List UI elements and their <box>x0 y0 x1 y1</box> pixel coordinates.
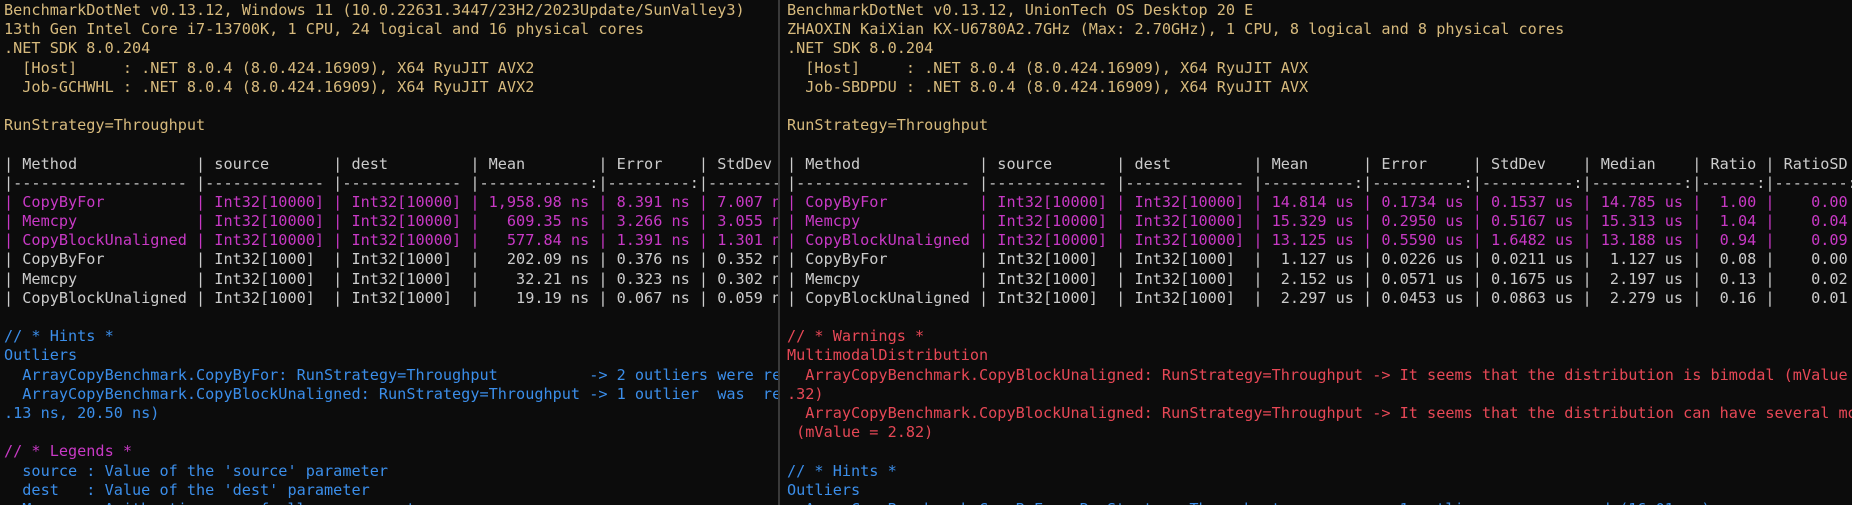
terminal-line: 13th Gen Intel Core i7-13700K, 1 CPU, 24… <box>4 20 645 39</box>
terminal-line: | CopyByFor | Int32[10000] | Int32[10000… <box>4 192 778 211</box>
terminal-line: .32) <box>787 384 824 403</box>
terminal-line: | Memcpy | Int32[1000] | Int32[1000] | 2… <box>787 269 1852 288</box>
terminal-line: // * Hints * <box>787 461 897 480</box>
terminal-line: Job-GCHWHL : .NET 8.0.4 (8.0.424.16909),… <box>4 77 535 96</box>
terminal-line: dest : Value of the 'dest' parameter <box>4 480 370 499</box>
terminal-line: (mValue = 2.82) <box>787 423 934 442</box>
terminal-line: ArrayCopyBenchmark.CopyBlockUnaligned: R… <box>787 403 1852 422</box>
terminal-line: source : Value of the 'source' parameter <box>4 461 389 480</box>
terminal-line: | Memcpy | Int32[10000] | Int32[10000] |… <box>4 212 778 231</box>
terminal-line: | CopyBlockUnaligned | Int32[1000] | Int… <box>787 288 1852 307</box>
terminal-line: [Host] : .NET 8.0.4 (8.0.424.16909), X64… <box>787 58 1309 77</box>
terminal-line: | Method | source | dest | Mean | Error … <box>4 154 773 173</box>
terminal-line: Outliers <box>4 346 78 365</box>
terminal-line: | CopyByFor | Int32[1000] | Int32[1000] … <box>4 250 778 269</box>
terminal-line: // * Legends * <box>4 442 133 461</box>
terminal-line: BenchmarkDotNet v0.13.12, Windows 11 (10… <box>4 1 745 19</box>
terminal-line: RunStrategy=Throughput <box>787 116 989 135</box>
terminal-line: | CopyByFor | Int32[10000] | Int32[10000… <box>787 192 1852 211</box>
terminal-line: Job-SBDPDU : .NET 8.0.4 (8.0.424.16909),… <box>787 77 1309 96</box>
terminal-line: |------------------- |------------- |---… <box>787 173 1852 192</box>
terminal-line: | CopyByFor | Int32[1000] | Int32[1000] … <box>787 250 1852 269</box>
terminal-line: RunStrategy=Throughput <box>4 116 206 135</box>
terminal-pane-right[interactable]: BenchmarkDotNet v0.13.12, UnionTech OS D… <box>780 0 1852 505</box>
terminal-line: Outliers <box>787 480 861 499</box>
terminal-line: .NET SDK 8.0.204 <box>4 39 151 58</box>
terminal-line: BenchmarkDotNet v0.13.12, UnionTech OS D… <box>787 1 1254 19</box>
terminal-line: ArrayCopyBenchmark.CopyByFor: RunStrateg… <box>787 500 1852 505</box>
terminal-line: .NET SDK 8.0.204 <box>787 39 934 58</box>
terminal-line: | Memcpy | Int32[1000] | Int32[1000] | 3… <box>4 269 778 288</box>
terminal-line: | Memcpy | Int32[10000] | Int32[10000] |… <box>787 212 1852 231</box>
terminal-line: ArrayCopyBenchmark.CopyBlockUnaligned: R… <box>787 365 1852 384</box>
terminal-line: // * Warnings * <box>787 327 925 346</box>
terminal-line: // * Hints * <box>4 327 114 346</box>
terminal-output-right: BenchmarkDotNet v0.13.12, UnionTech OS D… <box>787 1 1852 505</box>
terminal-output-left: BenchmarkDotNet v0.13.12, Windows 11 (10… <box>4 1 778 505</box>
terminal-line: [Host] : .NET 8.0.4 (8.0.424.16909), X64… <box>4 58 535 77</box>
terminal-line: | CopyBlockUnaligned | Int32[10000] | In… <box>787 231 1852 250</box>
terminal-window: BenchmarkDotNet v0.13.12, Windows 11 (10… <box>0 0 1852 505</box>
terminal-line: |------------------- |------------- |---… <box>4 173 778 192</box>
terminal-line: MultimodalDistribution <box>787 346 989 365</box>
terminal-line: ArrayCopyBenchmark.CopyBlockUnaligned: R… <box>4 384 778 403</box>
terminal-line: | CopyBlockUnaligned | Int32[1000] | Int… <box>4 288 778 307</box>
terminal-line: | CopyBlockUnaligned | Int32[10000] | In… <box>4 231 778 250</box>
terminal-line: | Method | source | dest | Mean | Error … <box>787 154 1852 173</box>
terminal-pane-left[interactable]: BenchmarkDotNet v0.13.12, Windows 11 (10… <box>0 0 778 505</box>
terminal-line: Mean : Arithmetic mean of all measuremen… <box>4 500 778 505</box>
terminal-line: ZHAOXIN KaiXian KX-U6780A2.7GHz (Max: 2.… <box>787 20 1565 39</box>
terminal-line: ArrayCopyBenchmark.CopyByFor: RunStrateg… <box>4 365 778 384</box>
terminal-line: .13 ns, 20.50 ns) <box>4 403 160 422</box>
